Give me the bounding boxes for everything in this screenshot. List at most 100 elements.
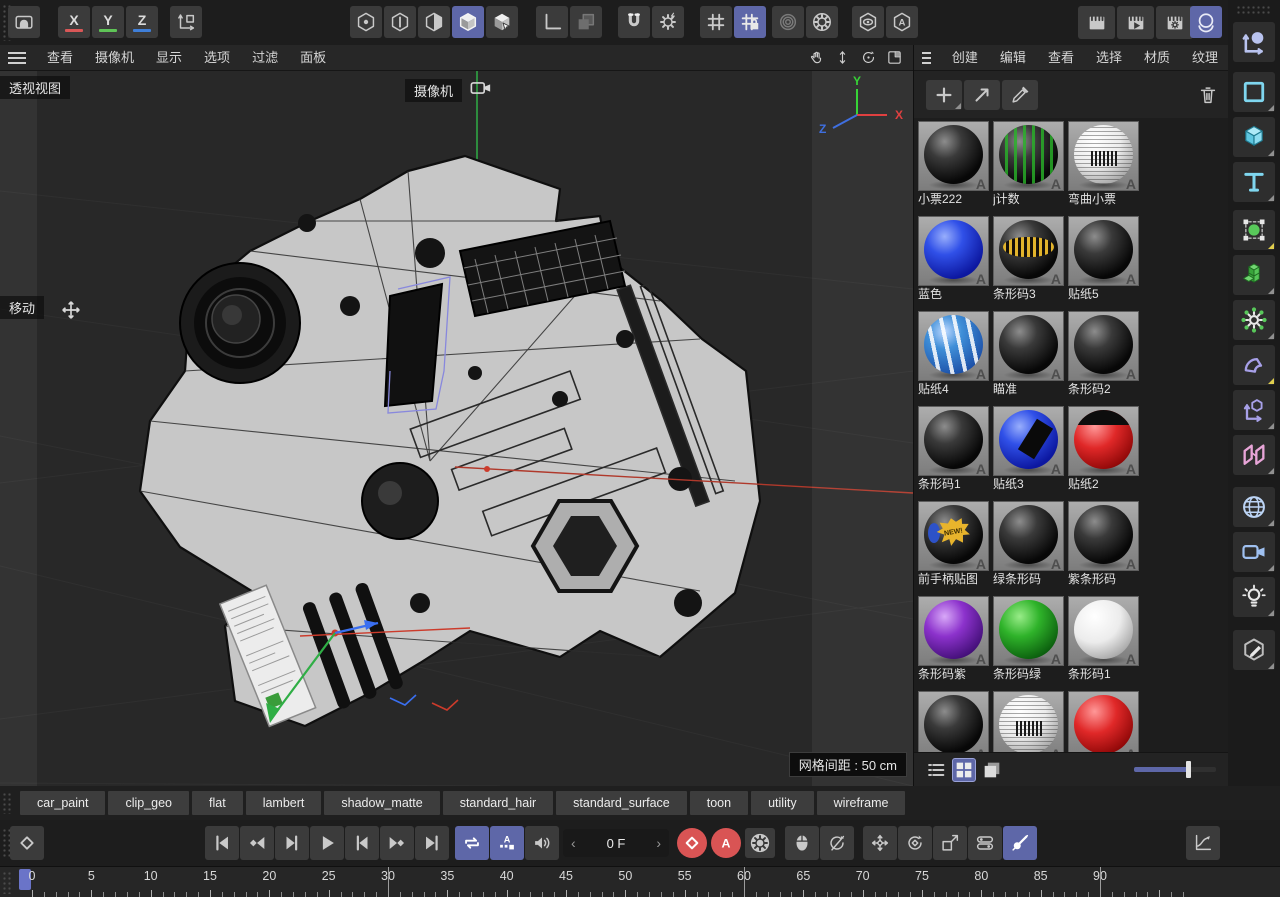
frame-prev-chevron[interactable]: ‹: [563, 835, 584, 851]
material-tile[interactable]: A: [1068, 691, 1139, 755]
world-axis-icon[interactable]: [170, 6, 202, 38]
next-frame-icon[interactable]: [345, 826, 379, 860]
material-type-tab[interactable]: standard_surface: [556, 791, 687, 815]
list-view-icon[interactable]: [924, 758, 948, 782]
points-mode-icon[interactable]: [350, 6, 382, 38]
record-settings-icon[interactable]: [745, 828, 775, 858]
sound-icon[interactable]: [525, 826, 559, 860]
spline-rect-icon[interactable]: [1233, 72, 1275, 112]
material-tile[interactable]: A 瞄准: [993, 311, 1064, 397]
material-tile[interactable]: A 贴纸4: [918, 311, 989, 397]
materials-menu-item[interactable]: 材质: [1133, 45, 1181, 70]
material-type-tab[interactable]: flat: [192, 791, 243, 815]
arnold-renderer-icon[interactable]: [1190, 6, 1222, 38]
null-axis-icon[interactable]: [1233, 390, 1275, 430]
axis-x-lock-button[interactable]: X: [58, 6, 90, 38]
workplane-square-icon[interactable]: [570, 6, 602, 38]
rotate-record-icon[interactable]: [820, 826, 854, 860]
tweak-mode-icon[interactable]: [486, 6, 518, 38]
grid-view-icon[interactable]: [952, 758, 976, 782]
camera-label[interactable]: 摄像机: [405, 79, 463, 102]
set-keyframe-icon[interactable]: [10, 826, 44, 860]
key-params-icon[interactable]: [968, 826, 1002, 860]
volume-builder-icon[interactable]: [1233, 255, 1275, 295]
material-tile[interactable]: A: [918, 691, 989, 755]
viewport-menu-icon[interactable]: [8, 51, 26, 64]
grid-toggle-icon[interactable]: [700, 6, 732, 38]
material-tile[interactable]: A 蓝色: [918, 216, 989, 302]
material-type-tab[interactable]: shadow_matte: [324, 791, 440, 815]
material-type-tab[interactable]: clip_geo: [108, 791, 190, 815]
material-tile[interactable]: A 贴纸3: [993, 406, 1064, 492]
preview-size-slider[interactable]: [1134, 761, 1216, 778]
mouse-icon[interactable]: [785, 826, 819, 860]
viewport-menu-item[interactable]: 查看: [36, 45, 84, 70]
autokey-range-icon[interactable]: A: [490, 826, 524, 860]
bend-deformer-icon[interactable]: [1233, 345, 1275, 385]
material-edit-icon[interactable]: [1233, 630, 1275, 670]
light-icon[interactable]: [1233, 577, 1275, 617]
viewport-menu-item[interactable]: 面板: [289, 45, 337, 70]
render-settings-icon[interactable]: [1156, 6, 1193, 39]
axis-z-lock-button[interactable]: Z: [126, 6, 158, 38]
material-tile[interactable]: A j计数: [993, 121, 1064, 207]
material-tile[interactable]: A 条形码1: [1068, 596, 1139, 682]
environment-globe-icon[interactable]: [1233, 487, 1275, 527]
materials-menu-item[interactable]: 查看: [1037, 45, 1085, 70]
materials-menu-item[interactable]: 创建: [941, 45, 989, 70]
drag-handle[interactable]: [2, 871, 11, 894]
next-key-icon[interactable]: [380, 826, 414, 860]
material-type-tab[interactable]: standard_hair: [442, 791, 554, 815]
material-tile[interactable]: A 紫条形码: [1068, 501, 1139, 587]
material-tile[interactable]: A 绿条形码: [993, 501, 1064, 587]
viewport-canvas[interactable]: 透视视图 摄像机 移动 网格间距 : 50 cm Y X Z: [0, 71, 913, 786]
scene-camera-icon[interactable]: [1233, 532, 1275, 572]
view-label[interactable]: 透视视图: [0, 76, 71, 99]
render-view-icon[interactable]: [1078, 6, 1115, 39]
add-material-icon[interactable]: [926, 80, 962, 110]
key-filter-icon[interactable]: [1003, 826, 1037, 860]
materials-menu-item[interactable]: 编辑: [989, 45, 1037, 70]
frame-counter[interactable]: ‹ 0 F ›: [563, 829, 669, 857]
slider-handle[interactable]: [1186, 761, 1191, 778]
material-tile[interactable]: A 条形码紫: [918, 596, 989, 682]
material-tile[interactable]: A 前手柄贴图: [918, 501, 989, 587]
fcurve-editor-icon[interactable]: [1186, 826, 1220, 860]
assign-material-icon[interactable]: [964, 80, 1000, 110]
dynamics-icon[interactable]: [1233, 300, 1275, 340]
viewport-menu-item[interactable]: 选项: [193, 45, 241, 70]
key-position-icon[interactable]: [863, 826, 897, 860]
viewport-menu-item[interactable]: 显示: [145, 45, 193, 70]
a-hexagon-icon[interactable]: A: [886, 6, 918, 38]
material-type-tab[interactable]: toon: [689, 791, 749, 815]
viewport-capture-icon[interactable]: [8, 6, 40, 38]
record-autokey-icon[interactable]: A: [711, 828, 741, 858]
go-start-icon[interactable]: [205, 826, 239, 860]
material-tile[interactable]: A 条形码3: [993, 216, 1064, 302]
pan-hand-icon[interactable]: [805, 47, 827, 67]
viewport-menu-item[interactable]: 过滤: [241, 45, 289, 70]
drag-handle[interactable]: [2, 792, 12, 814]
material-type-tab[interactable]: car_paint: [20, 791, 106, 815]
cube-primitive-icon[interactable]: [1233, 117, 1275, 157]
material-type-tab[interactable]: lambert: [245, 791, 322, 815]
frame-view-icon[interactable]: [883, 47, 905, 67]
snap-magnet-icon[interactable]: [618, 6, 650, 38]
material-tile[interactable]: A 弯曲小票: [1068, 121, 1139, 207]
loop-icon[interactable]: [455, 826, 489, 860]
polygons-mode-icon[interactable]: [418, 6, 450, 38]
axis-gizmo[interactable]: Y X Z: [811, 74, 903, 142]
prev-key-icon[interactable]: [240, 826, 274, 860]
material-tile[interactable]: A: [993, 691, 1064, 755]
layer-view-icon[interactable]: [980, 758, 1004, 782]
material-tile[interactable]: A 条形码绿: [993, 596, 1064, 682]
record-keyframe-icon[interactable]: [677, 828, 707, 858]
trash-icon[interactable]: [1190, 80, 1226, 110]
material-tile[interactable]: A 贴纸5: [1068, 216, 1139, 302]
material-tile[interactable]: A 小票222: [918, 121, 989, 207]
viewport-menu-item[interactable]: 摄像机: [84, 45, 145, 70]
eyedropper-icon[interactable]: [1002, 80, 1038, 110]
key-rotation-icon[interactable]: [898, 826, 932, 860]
timeline-ruler[interactable]: 051015202530354045505560657075808590: [0, 866, 1280, 897]
snap-settings-icon[interactable]: [652, 6, 684, 38]
